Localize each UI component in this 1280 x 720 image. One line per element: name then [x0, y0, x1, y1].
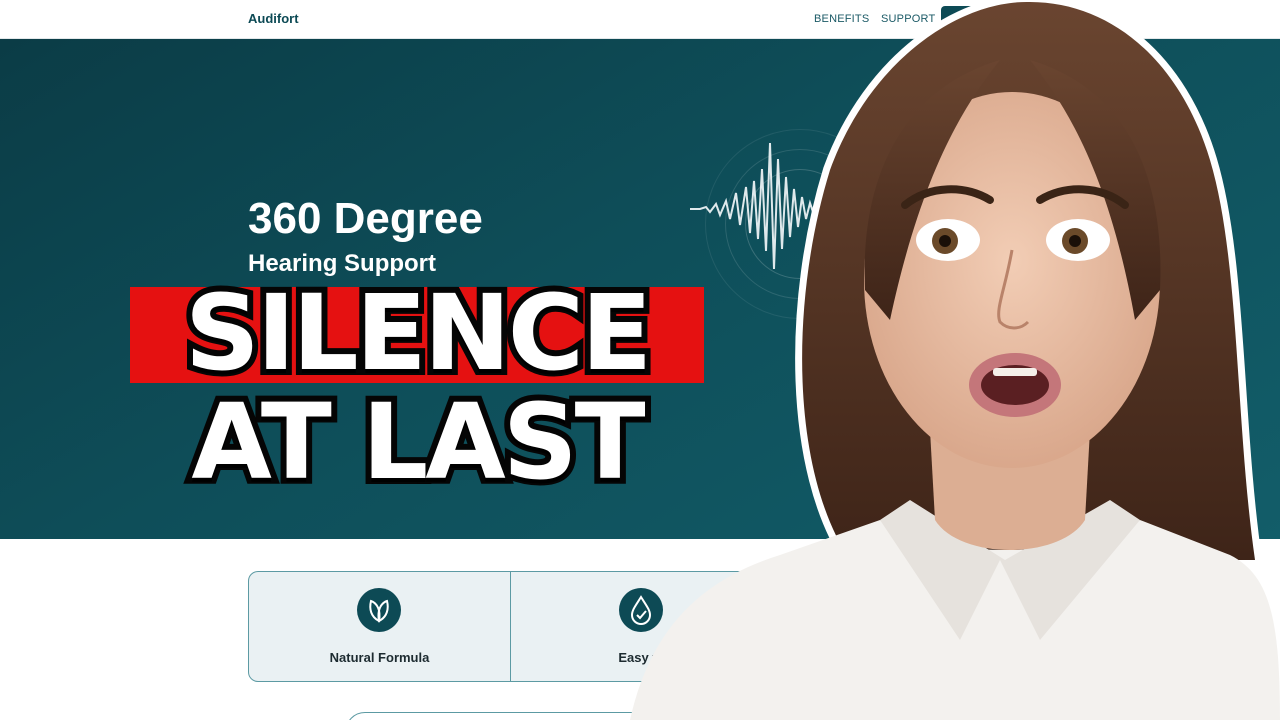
leaf-icon [357, 588, 401, 632]
hero-title: 360 Degree [248, 194, 483, 243]
feature-card-easy: Easy to [510, 572, 767, 681]
top-nav: Audifort BENEFITS SUPPORT [0, 0, 1280, 39]
feature-cards: Natural Formula Easy to [248, 571, 768, 682]
feature-label: Natural Formula [329, 650, 430, 665]
nav-cta-button[interactable] [941, 6, 1031, 34]
sound-wave-icon [690, 142, 850, 270]
feature-label: Easy to [618, 650, 665, 665]
brand-logo[interactable]: Audifort [248, 11, 299, 26]
nav-link-support[interactable]: SUPPORT [881, 13, 935, 25]
droplet-check-icon [619, 588, 663, 632]
feature-card-natural: Natural Formula [249, 572, 510, 681]
nav-link-benefits[interactable]: BENEFITS [814, 13, 869, 25]
overlay-headline-line2: AT LAST [185, 375, 651, 509]
overlay-headline-line1: SILENCE [179, 266, 658, 400]
bottom-pill-button[interactable] [345, 712, 725, 720]
